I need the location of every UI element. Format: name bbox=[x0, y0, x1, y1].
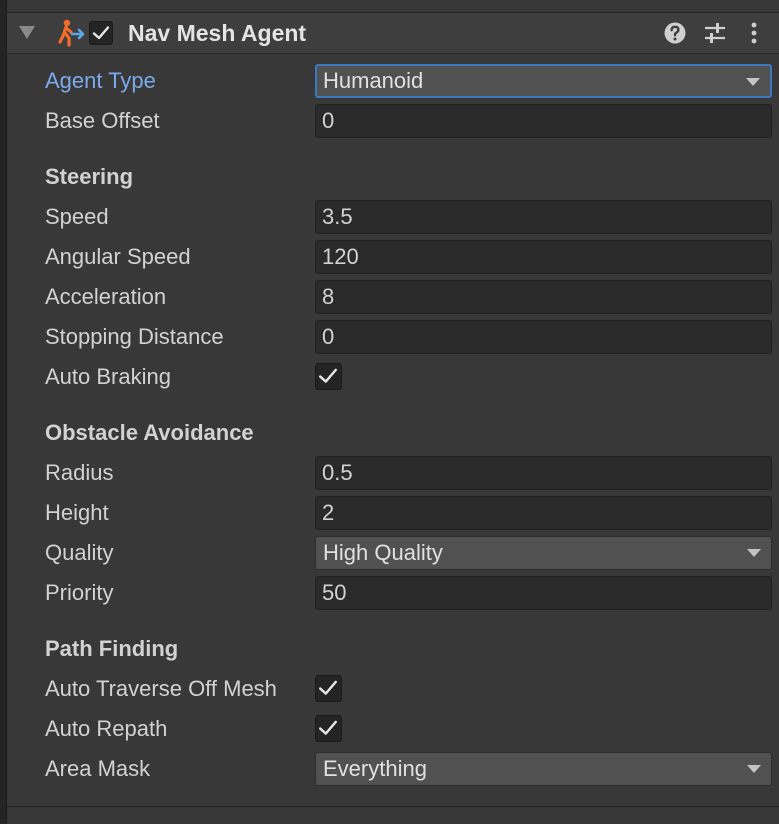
component-body: Agent Type Humanoid Base Offset 0 Steeri… bbox=[7, 54, 779, 806]
chevron-down-icon bbox=[746, 78, 760, 86]
height-field[interactable]: 2 bbox=[315, 496, 772, 530]
auto-traverse-label: Auto Traverse Off Mesh bbox=[45, 676, 277, 701]
radius-field[interactable]: 0.5 bbox=[315, 456, 772, 490]
chevron-down-icon bbox=[747, 765, 761, 773]
height-label: Height bbox=[45, 500, 109, 525]
help-icon[interactable] bbox=[662, 20, 688, 46]
auto-braking-label: Auto Braking bbox=[45, 364, 171, 389]
speed-field[interactable]: 3.5 bbox=[315, 200, 772, 234]
acceleration-field[interactable]: 8 bbox=[315, 280, 772, 314]
agent-type-label: Agent Type bbox=[45, 68, 156, 93]
stopping-distance-label: Stopping Distance bbox=[45, 324, 224, 349]
area-mask-dropdown[interactable]: Everything bbox=[315, 752, 772, 786]
obstacle-avoidance-header: Obstacle Avoidance bbox=[45, 420, 254, 445]
component-title: Nav Mesh Agent bbox=[128, 20, 307, 46]
checkmark-icon bbox=[92, 26, 110, 40]
priority-label: Priority bbox=[45, 580, 114, 605]
auto-braking-checkbox[interactable] bbox=[315, 363, 342, 390]
quality-label: Quality bbox=[45, 540, 114, 565]
angular-speed-field[interactable]: 120 bbox=[315, 240, 772, 274]
auto-repath-label: Auto Repath bbox=[45, 716, 168, 741]
inspector-window: Nav Mesh Agent Agent Type Humanoid Base … bbox=[0, 0, 779, 824]
radius-label: Radius bbox=[45, 460, 114, 485]
chevron-down-icon bbox=[747, 549, 761, 557]
checkmark-icon bbox=[319, 368, 337, 383]
base-offset-label: Base Offset bbox=[45, 108, 160, 133]
steering-header: Steering bbox=[45, 164, 134, 189]
quality-dropdown[interactable]: High Quality bbox=[315, 536, 772, 570]
checkmark-icon bbox=[319, 680, 337, 695]
checkmark-icon bbox=[319, 720, 337, 735]
area-mask-label: Area Mask bbox=[45, 756, 151, 781]
agent-type-value: Humanoid bbox=[323, 68, 424, 93]
foldout-arrow-icon[interactable] bbox=[19, 26, 35, 39]
component-enabled-checkbox[interactable] bbox=[89, 21, 113, 45]
preset-sliders-icon[interactable] bbox=[702, 20, 728, 46]
priority-field[interactable]: 50 bbox=[315, 576, 772, 610]
inspector-left-border bbox=[0, 0, 7, 823]
speed-label: Speed bbox=[45, 204, 109, 229]
auto-traverse-checkbox[interactable] bbox=[315, 675, 342, 702]
quality-value: High Quality bbox=[323, 540, 443, 565]
nav-agent-icon bbox=[58, 19, 85, 47]
angular-speed-label: Angular Speed bbox=[45, 244, 191, 269]
stopping-distance-field[interactable]: 0 bbox=[315, 320, 772, 354]
acceleration-label: Acceleration bbox=[45, 284, 167, 309]
component-header[interactable]: Nav Mesh Agent bbox=[7, 13, 779, 54]
area-mask-value: Everything bbox=[323, 756, 427, 781]
previous-component-edge bbox=[7, 0, 779, 13]
kebab-menu-icon[interactable] bbox=[741, 20, 767, 46]
agent-type-dropdown[interactable]: Humanoid bbox=[315, 64, 772, 98]
auto-repath-checkbox[interactable] bbox=[315, 715, 342, 742]
path-finding-header: Path Finding bbox=[45, 636, 179, 661]
base-offset-field[interactable]: 0 bbox=[315, 104, 772, 138]
next-component-edge bbox=[7, 806, 779, 824]
